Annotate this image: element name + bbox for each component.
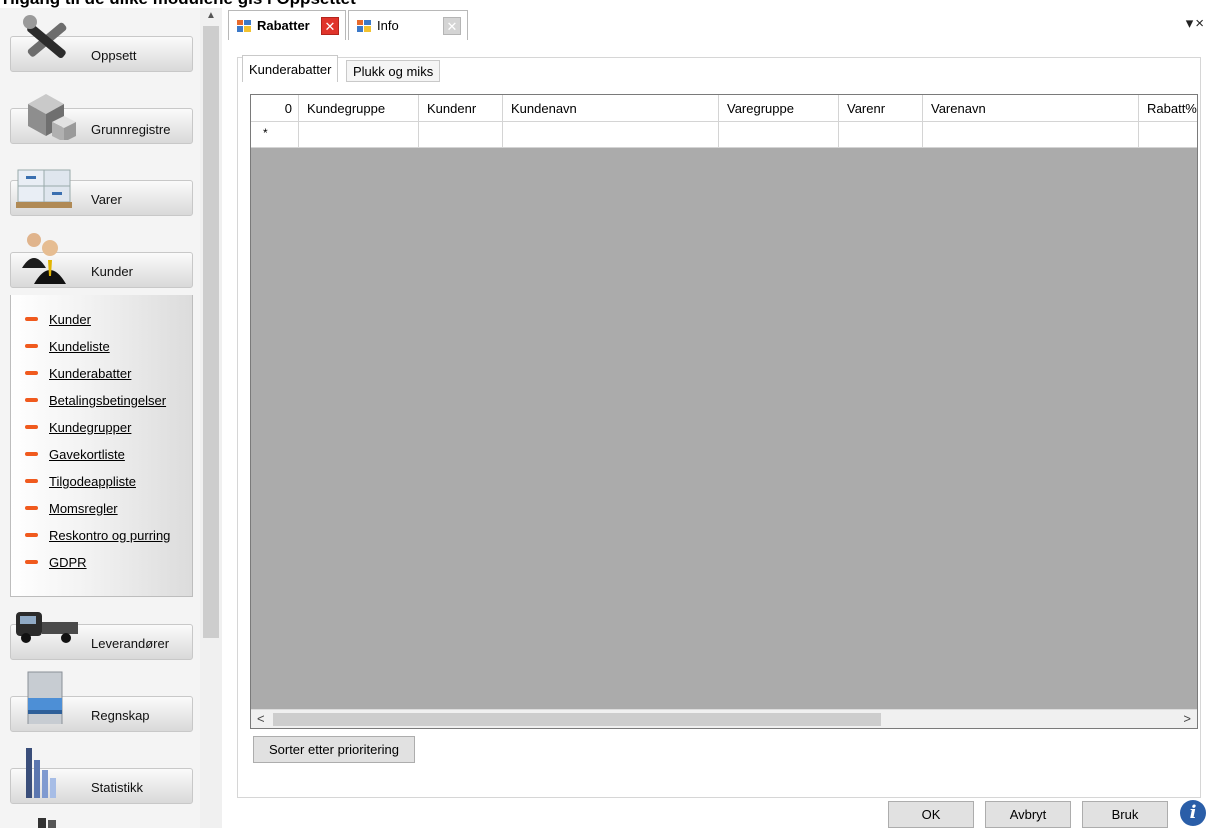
scroll-left-icon[interactable]: <	[257, 711, 265, 726]
new-row-marker: *	[251, 122, 299, 148]
cubes-icon	[28, 94, 76, 140]
pallet-boxes-icon	[16, 169, 72, 208]
dash-icon	[25, 317, 38, 321]
submenu-item[interactable]: Momsregler	[25, 498, 118, 518]
horizontal-scrollbar[interactable]: < >	[251, 709, 1197, 728]
dash-icon	[25, 398, 38, 402]
submenu-link[interactable]: Kunder	[49, 312, 91, 327]
grid-header-varenavn[interactable]: Varenavn	[923, 95, 1139, 122]
submenu-item[interactable]: Reskontro og purring	[25, 525, 170, 545]
submenu-link[interactable]: Kundegrupper	[49, 420, 131, 435]
grid-header-kundegruppe[interactable]: Kundegruppe	[299, 95, 419, 122]
scrollbar-thumb[interactable]	[203, 26, 219, 638]
dash-icon	[25, 344, 38, 348]
grid-cell[interactable]	[923, 122, 1139, 148]
submenu-item[interactable]: Gavekortliste	[25, 444, 125, 464]
grid-cell[interactable]	[1139, 122, 1197, 148]
tab-label: Info	[377, 18, 399, 33]
scrollbar-thumb[interactable]	[273, 713, 881, 726]
tab-label: Rabatter	[257, 18, 310, 33]
grid-cell[interactable]	[419, 122, 503, 148]
rabatter-grid[interactable]: 0 Kundegruppe Kundenr Kundenavn Varegrup…	[250, 94, 1198, 729]
info-icon[interactable]: i	[1180, 800, 1206, 826]
dash-icon	[25, 560, 38, 564]
cabinet-icon	[27, 671, 63, 724]
sidebar-scrollbar[interactable]: ▲	[200, 8, 222, 828]
nav-label: Regnskap	[91, 708, 150, 723]
submenu-item[interactable]: Kunder	[25, 309, 91, 329]
grid-cell[interactable]	[839, 122, 923, 148]
document-tab-strip: Rabatter ✕ Info ✕ ▾×	[222, 8, 1208, 40]
grid-header-kundenr[interactable]: Kundenr	[419, 95, 503, 122]
tab-plukk-og-miks[interactable]: Plukk og miks	[346, 60, 441, 82]
submenu-link[interactable]: Betalingsbetingelser	[49, 393, 166, 408]
scroll-right-icon[interactable]: >	[1183, 711, 1191, 726]
submenu-link[interactable]: Kunderabatter	[49, 366, 131, 381]
grid-header-rabatt[interactable]: Rabatt%	[1139, 95, 1197, 122]
nav-label: Oppsett	[91, 48, 137, 63]
grid-header-varegruppe[interactable]: Varegruppe	[719, 95, 839, 122]
close-icon[interactable]: ✕	[443, 17, 461, 35]
dash-icon	[25, 506, 38, 510]
tab-strip-tools[interactable]: ▾×	[1186, 14, 1206, 32]
customers-icon	[22, 233, 66, 284]
dash-icon	[25, 533, 38, 537]
tab-rabatter[interactable]: Rabatter ✕	[228, 10, 346, 40]
nav-label: Grunnregistre	[91, 122, 171, 137]
grid-header-varenr[interactable]: Varenr	[839, 95, 923, 122]
apply-button[interactable]: Bruk	[1082, 801, 1168, 828]
submenu-link[interactable]: GDPR	[49, 555, 87, 570]
dash-icon	[25, 452, 38, 456]
submenu-item[interactable]: GDPR	[25, 552, 87, 572]
scroll-up-icon[interactable]: ▲	[204, 10, 218, 22]
tab-info[interactable]: Info ✕	[348, 10, 468, 40]
close-icon[interactable]: ✕	[321, 17, 339, 35]
submenu-item[interactable]: Kundeliste	[25, 336, 110, 356]
tab-kunderabatter[interactable]: Kunderabatter	[242, 55, 339, 82]
tools-icon	[23, 15, 67, 59]
cancel-button[interactable]: Avbryt	[985, 801, 1071, 828]
grid-header-row-number: 0	[251, 95, 299, 122]
submenu-item[interactable]: Tilgodeappliste	[25, 471, 136, 491]
submenu-link[interactable]: Kundeliste	[49, 339, 110, 354]
nav-label: Leverandører	[91, 636, 170, 651]
sort-by-priority-button[interactable]: Sorter etter prioritering	[253, 736, 415, 763]
nav-label: Varer	[91, 192, 122, 207]
dash-icon	[25, 371, 38, 375]
submenu-item[interactable]: Kunderabatter	[25, 363, 131, 383]
submenu-link[interactable]: Gavekortliste	[49, 447, 125, 462]
grid-cell[interactable]	[503, 122, 719, 148]
form-icon	[357, 19, 371, 32]
submenu-link[interactable]: Tilgodeappliste	[49, 474, 136, 489]
ok-button[interactable]: OK	[888, 801, 974, 828]
partial-nav-icon	[38, 818, 56, 828]
grid-header-kundenavn[interactable]: Kundenavn	[503, 95, 719, 122]
nav-label: Kunder	[91, 264, 133, 279]
submenu-item[interactable]: Kundegrupper	[25, 417, 131, 437]
form-icon	[237, 19, 251, 32]
sidebar: Oppsett Grunnregistre Varer Kunder Kunde…	[0, 8, 200, 828]
dash-icon	[25, 479, 38, 483]
grid-cell[interactable]	[719, 122, 839, 148]
bar-chart-icon	[26, 748, 56, 798]
grid-cell[interactable]	[299, 122, 419, 148]
submenu-item[interactable]: Betalingsbetingelser	[25, 390, 166, 410]
nav-label: Statistikk	[91, 780, 144, 795]
kunder-submenu: Kunder Kundeliste Kunderabatter Betaling…	[10, 295, 193, 597]
submenu-link[interactable]: Reskontro og purring	[49, 528, 170, 543]
dash-icon	[25, 425, 38, 429]
submenu-link[interactable]: Momsregler	[49, 501, 118, 516]
truck-icon	[16, 612, 78, 643]
